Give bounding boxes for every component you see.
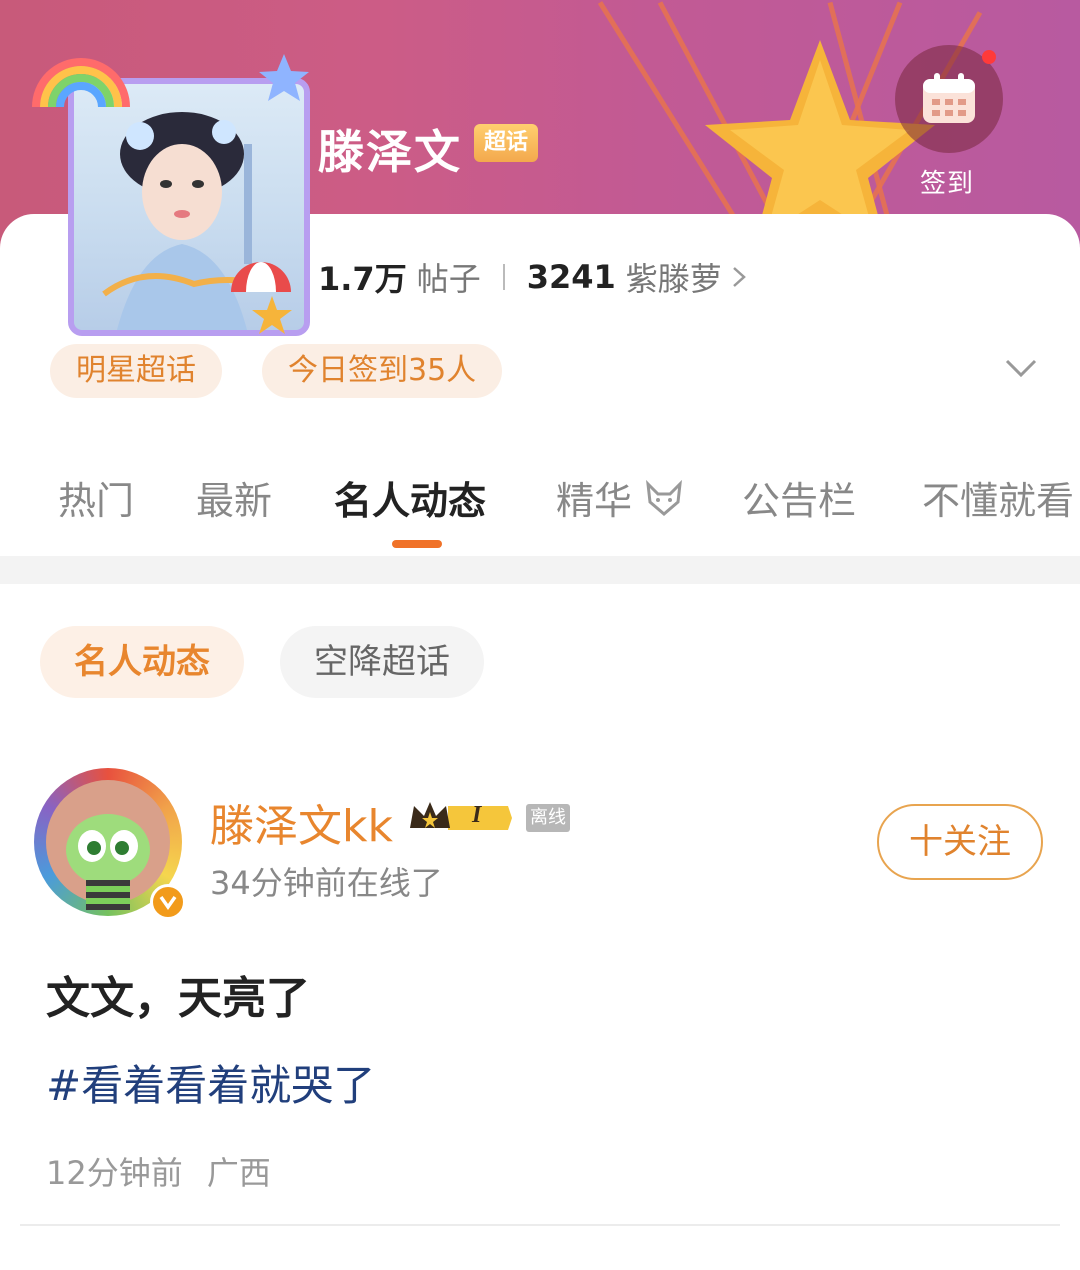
post-time: 12分钟前 xyxy=(46,1154,183,1192)
fans-count[interactable]: 3241 xyxy=(527,258,616,296)
topic-stats: 1.7万 帖子 3241 紫滕萝 xyxy=(318,254,748,300)
fox-icon xyxy=(646,479,683,516)
fans-label[interactable]: 紫滕萝 xyxy=(626,254,722,300)
tab-featured[interactable]: 精华 xyxy=(556,470,684,525)
post-meta: 12分钟前 广西 xyxy=(46,1148,271,1194)
posts-label: 帖子 xyxy=(416,260,481,298)
active-tab-indicator xyxy=(392,540,442,548)
offline-tag: 离线 xyxy=(526,804,570,832)
stats-separator xyxy=(502,264,505,290)
tab-hot[interactable]: 热门 xyxy=(58,470,134,525)
chevron-right-icon[interactable] xyxy=(730,264,748,290)
verified-badge-icon xyxy=(150,884,186,920)
tab-celebrity-updates[interactable]: 名人动态 xyxy=(334,470,486,525)
rainbow-icon xyxy=(32,58,130,108)
star-icon xyxy=(259,54,309,101)
post-hashtag[interactable]: #看着看着就哭了 xyxy=(46,1052,375,1113)
post-divider xyxy=(20,1224,1060,1226)
post-location: 广西 xyxy=(206,1154,271,1192)
signin-count-chip[interactable]: 今日签到35人 xyxy=(262,344,503,398)
posts-count: 1.7万 xyxy=(318,260,407,298)
post-content[interactable]: 文文，天亮了 xyxy=(46,962,310,1026)
tab-faq[interactable]: 不懂就看 xyxy=(922,470,1074,525)
post-username[interactable]: 滕泽文kk xyxy=(210,790,393,854)
follow-button[interactable]: 十关注 xyxy=(877,804,1043,880)
topic-title: 滕泽文 xyxy=(318,125,462,179)
tab-featured-label: 精华 xyxy=(556,479,633,523)
tab-bar: 热门 最新 名人动态 精华 公告栏 不懂就看 xyxy=(0,470,1080,530)
calendar-icon xyxy=(923,73,975,123)
subtab-celebrity-updates[interactable]: 名人动态 xyxy=(40,626,244,698)
signin-label[interactable]: 签到 xyxy=(920,163,974,200)
topic-avatar[interactable] xyxy=(26,40,310,336)
chevron-down-icon[interactable] xyxy=(1004,356,1038,380)
section-divider xyxy=(0,556,1080,584)
notification-dot xyxy=(982,50,996,64)
subtab-airdrop[interactable]: 空降超话 xyxy=(280,626,484,698)
small-star-icon xyxy=(252,296,292,334)
tab-latest[interactable]: 最新 xyxy=(196,470,272,525)
level-badge-label: I xyxy=(472,802,482,828)
tab-bulletin[interactable]: 公告栏 xyxy=(742,470,856,525)
level-crown-badge[interactable]: I xyxy=(408,798,514,838)
chaohua-badge: 超话 xyxy=(474,124,539,162)
category-chip[interactable]: 明星超话 xyxy=(50,344,222,398)
online-status: 34分钟前在线了 xyxy=(210,864,443,902)
